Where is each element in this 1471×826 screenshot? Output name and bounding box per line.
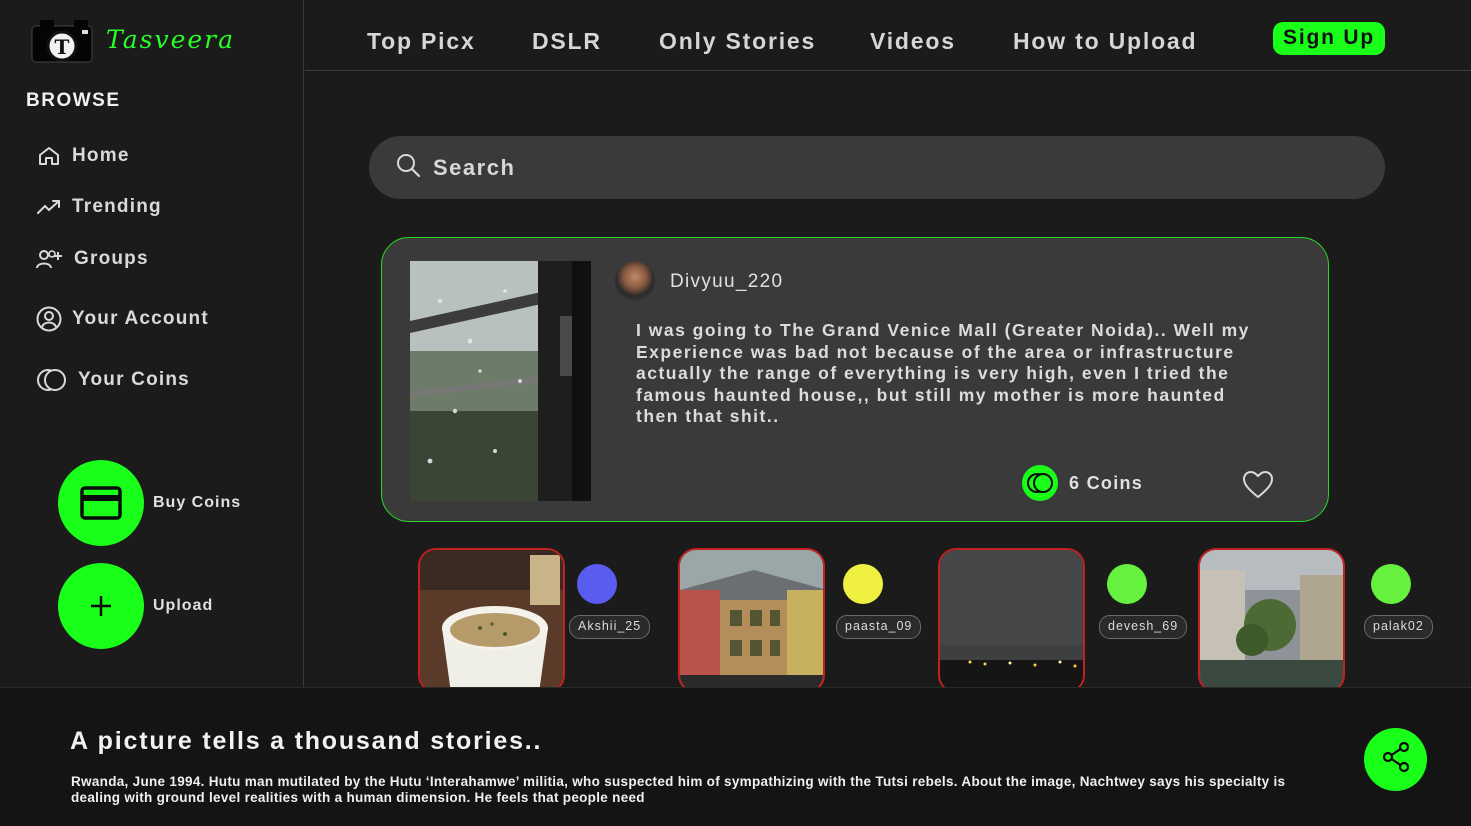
story-user-dot (843, 564, 883, 604)
story-username[interactable]: paasta_09 (836, 615, 922, 639)
story-user-dot (1371, 564, 1411, 604)
svg-text:T: T (55, 35, 70, 59)
search-input[interactable] (431, 153, 1335, 182)
sidebar-item-label: Home (72, 145, 130, 166)
sidebar: T Tasveera BROWSE Home Trending Groups Y… (0, 0, 304, 687)
sidebar-item-home[interactable]: Home (36, 145, 130, 167)
brand-name: Tasveera (106, 24, 236, 54)
sidebar-item-coins[interactable]: Your Coins (36, 368, 190, 392)
sidebar-item-trending[interactable]: Trending (36, 196, 162, 218)
tab-dslr[interactable]: DSLR (532, 28, 602, 55)
story-thumbnail[interactable] (418, 548, 565, 693)
search-bar[interactable] (369, 136, 1385, 199)
story-user-dot (577, 564, 617, 604)
trending-icon (36, 196, 62, 218)
tab-videos[interactable]: Videos (870, 28, 956, 55)
sign-up-button[interactable]: Sign Up (1273, 22, 1385, 55)
sidebar-item-label: Your Account (72, 308, 209, 329)
story-user-dot (1107, 564, 1147, 604)
like-heart-icon[interactable] (1242, 470, 1274, 505)
sidebar-item-groups[interactable]: Groups (36, 248, 149, 270)
footer-body: Rwanda, June 1994. Hutu man mutilated by… (71, 774, 1286, 805)
sidebar-item-label: Your Coins (78, 369, 190, 390)
search-icon (395, 152, 421, 183)
sidebar-item-account[interactable]: Your Account (36, 306, 209, 332)
sidebar-item-label: Trending (72, 196, 162, 217)
logo[interactable]: T Tasveera (30, 16, 235, 64)
tab-only-stories[interactable]: Only Stories (659, 28, 816, 55)
avatar[interactable] (615, 261, 655, 301)
story-username[interactable]: Akshii_25 (569, 615, 651, 639)
post-image[interactable] (410, 261, 591, 501)
story-thumbnail[interactable] (938, 548, 1085, 693)
plus-icon (58, 563, 144, 649)
add-group-icon (36, 248, 64, 270)
post-coins: 6 Coins (1022, 465, 1143, 501)
story-username[interactable]: devesh_69 (1099, 615, 1188, 639)
post-text: I was going to The Grand Venice Mall (Gr… (636, 320, 1250, 426)
footer-quote-panel: A picture tells a thousand stories.. Rwa… (0, 687, 1471, 826)
upload-button[interactable]: Upload (58, 563, 213, 649)
buy-coins-label: Buy Coins (153, 494, 242, 511)
credit-card-icon (58, 460, 144, 546)
coins-count: 6 Coins (1069, 472, 1144, 493)
coins-icon (36, 368, 68, 392)
tab-how-to-upload[interactable]: How to Upload (1013, 28, 1197, 55)
sidebar-item-label: Groups (74, 248, 149, 269)
camera-logo-icon: T (30, 16, 94, 64)
share-button[interactable] (1364, 728, 1427, 791)
upload-label: Upload (153, 597, 214, 614)
browse-heading: BROWSE (26, 90, 121, 111)
account-icon (36, 306, 62, 332)
buy-coins-button[interactable]: Buy Coins (58, 460, 241, 546)
story-username[interactable]: palak02 (1364, 615, 1433, 639)
home-icon (36, 145, 62, 167)
featured-post-card[interactable]: Divyuu_220 I was going to The Grand Veni… (381, 237, 1329, 522)
share-icon (1381, 741, 1411, 778)
tab-top-picx[interactable]: Top Picx (367, 28, 476, 55)
story-thumbnail[interactable] (1198, 548, 1345, 693)
story-thumbnail[interactable] (678, 548, 825, 693)
post-username[interactable]: Divyuu_220 (670, 271, 783, 293)
footer-title: A picture tells a thousand stories.. (70, 727, 543, 755)
coins-icon (1022, 465, 1058, 501)
